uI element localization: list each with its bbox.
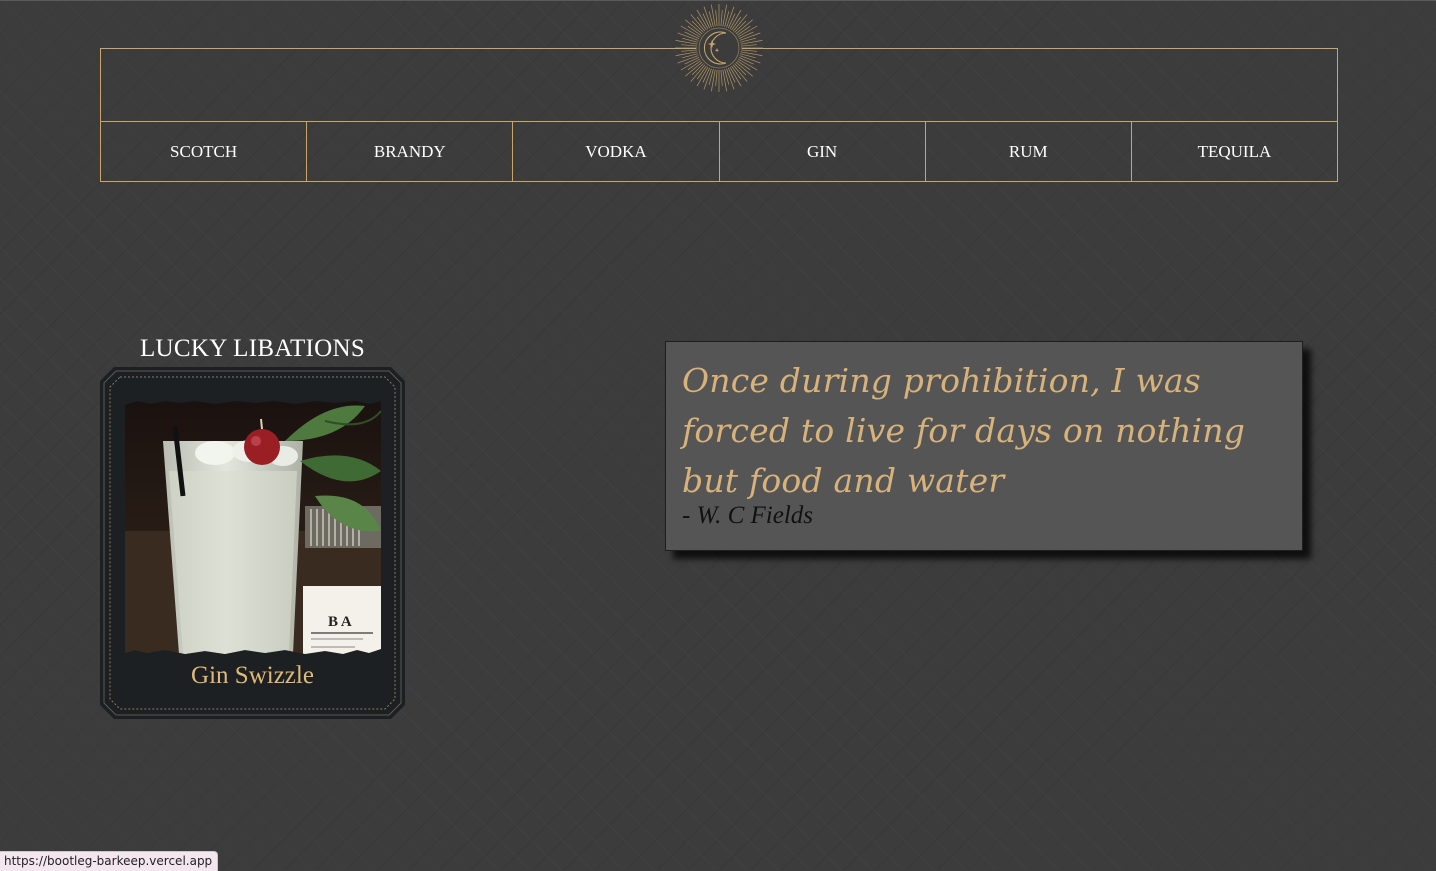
- nav-item-vodka[interactable]: VODKA: [512, 122, 718, 182]
- quote-author: - W. C Fields: [682, 502, 814, 529]
- spirit-nav: SCOTCH BRANDY VODKA GIN RUM TEQUILA: [101, 121, 1337, 182]
- nav-item-scotch[interactable]: SCOTCH: [101, 122, 306, 182]
- status-bar-url: https://bootleg-barkeep.vercel.app: [0, 851, 219, 871]
- nav-item-gin[interactable]: GIN: [718, 122, 925, 182]
- nav-item-tequila[interactable]: TEQUILA: [1130, 122, 1337, 182]
- nav-item-rum[interactable]: RUM: [924, 122, 1131, 182]
- cocktail-card[interactable]: B A Gin Swizzle: [100, 367, 405, 719]
- page-top-border: [0, 0, 1436, 1]
- cocktail-photo: B A: [125, 401, 381, 654]
- nav-item-brandy[interactable]: BRANDY: [306, 122, 512, 182]
- featured-section-title: LUCKY LIBATIONS: [139, 335, 366, 362]
- cocktail-name[interactable]: Gin Swizzle: [100, 662, 405, 690]
- svg-text:B A: B A: [328, 614, 352, 630]
- sun-moon-icon[interactable]: [674, 3, 764, 93]
- quote-box: Once during prohibition, I was forced to…: [665, 341, 1303, 551]
- quote-text: Once during prohibition, I was forced to…: [682, 361, 1246, 500]
